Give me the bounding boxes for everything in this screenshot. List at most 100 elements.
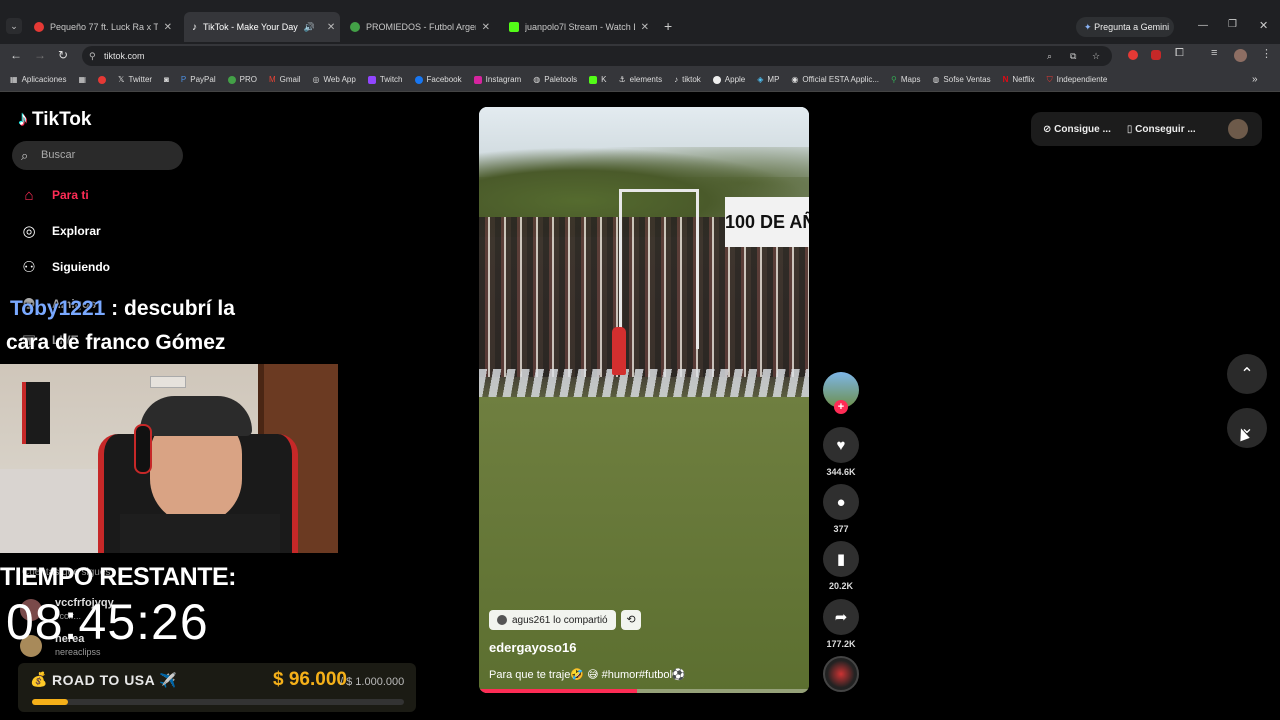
mp-icon: ◈ (757, 75, 764, 84)
get-coins-label: Consigue ... (1054, 123, 1111, 135)
comment-icon: ● (836, 493, 846, 511)
bookmark-youtube[interactable] (98, 75, 107, 84)
bookmark-netflix[interactable]: N Netflix (1003, 75, 1035, 84)
tab-label: PROMIEDOS - Futbol Argentino (366, 22, 476, 32)
bookmark-twitch[interactable]: Twitch (367, 75, 403, 84)
bookmark-apps[interactable]: ▦ Aplicaciones (10, 75, 66, 84)
bookmark-maps[interactable]: ⚲ Maps (891, 75, 920, 84)
gemini-button[interactable]: ✦ Pregunta a Gemini (1076, 17, 1174, 37)
speaker-icon[interactable]: 🔊 (304, 22, 315, 33)
minimize-button[interactable]: — (1198, 20, 1208, 31)
site-info-icon[interactable]: ⚲ (89, 46, 96, 66)
bookmark-paletools[interactable]: ◍ Paletools (533, 75, 577, 84)
comment-button[interactable]: ● (823, 484, 859, 520)
get-app-button[interactable]: ▯ Conseguir ... (1127, 124, 1196, 135)
webcam-feed (0, 364, 338, 553)
video-username[interactable]: edergayoso16 (489, 640, 576, 655)
banner: 100 DE AÑOS (725, 197, 809, 247)
video-progress-track[interactable] (479, 689, 809, 693)
promiedos-icon (350, 22, 360, 32)
back-icon[interactable]: ← (10, 48, 22, 62)
coins-icon: ⊘ (1043, 123, 1052, 135)
install-app-icon[interactable]: ⧉ (1070, 46, 1076, 66)
bookmark-sofse[interactable]: ◍ Sofse Ventas (932, 75, 990, 84)
bookmark-pro[interactable]: PRO (227, 75, 257, 84)
share-count: 177.2K (826, 639, 856, 649)
bookmark-apple[interactable]: Apple (712, 75, 745, 84)
zoom-icon[interactable]: ⌕ (1047, 46, 1052, 66)
save-button[interactable]: ▮ (823, 541, 859, 577)
phone-icon: ▯ (1126, 123, 1133, 135)
tab-youtube[interactable]: Pequeño 77 ft. Luck Ra x Tobi - T ✕ (26, 14, 180, 40)
goal-progress-fill (32, 699, 68, 705)
repost-pill[interactable]: agus261 lo compartió (489, 610, 616, 630)
video-player[interactable]: 100 DE AÑOS agus261 lo compartió ⟲ ederg… (479, 107, 809, 693)
extension-adblock-icon[interactable] (1151, 50, 1161, 60)
share-button[interactable]: ➦ (823, 599, 859, 635)
close-tab-icon[interactable]: ✕ (482, 22, 490, 33)
like-button[interactable]: ♥ (823, 427, 859, 463)
streamer-body (120, 514, 280, 553)
close-tab-icon[interactable]: ✕ (164, 22, 172, 33)
url-field[interactable]: ⚲ tiktok.com ⌕ ⧉ ☆ (82, 46, 1112, 66)
reload-icon[interactable]: ↻ (58, 48, 68, 62)
page-icon: ◙ (164, 75, 169, 84)
extension-red-icon[interactable] (1128, 50, 1138, 60)
repost-button[interactable]: ⟲ (621, 610, 641, 630)
more-bookmarks-icon[interactable]: » (1252, 74, 1258, 85)
bookmark-mp[interactable]: ◈ MP (757, 75, 779, 84)
bookmark-paypal[interactable]: P PayPal (181, 75, 216, 84)
tab-label: juanpolo7l Stream - Watch Live (525, 22, 635, 32)
bookmark-tiktok[interactable]: ♪ tiktok (674, 75, 701, 84)
browser-tab-bar: ⌄ Pequeño 77 ft. Luck Ra x Tobi - T ✕ ♪ … (0, 0, 1280, 44)
goal-post (619, 189, 699, 349)
bookmark-star-icon[interactable]: ☆ (1092, 46, 1100, 66)
profile-avatar[interactable] (1234, 49, 1247, 62)
apple-icon (712, 75, 721, 84)
close-window-button[interactable]: ✕ (1259, 19, 1268, 32)
nav-explore[interactable]: ◎ Explorar (20, 222, 100, 240)
bookmark-facebook[interactable]: Facebook (414, 75, 462, 84)
tiktok-logo[interactable]: ♪ TikTok (18, 108, 91, 131)
bookmark-elements[interactable]: ⚓ elements (618, 75, 662, 84)
tab-kick[interactable]: juanpolo7l Stream - Watch Live ✕ (501, 14, 657, 40)
follow-plus-icon[interactable]: + (834, 400, 848, 414)
player (612, 327, 626, 375)
bookmark-esta[interactable]: ◉ Official ESTA Applic... (791, 75, 879, 84)
tiktok-icon: ♪ (674, 75, 679, 84)
tab-tiktok[interactable]: ♪ TikTok - Make Your Day 🔊 ✕ (184, 12, 340, 42)
user-avatar[interactable] (1228, 119, 1248, 139)
close-tab-icon[interactable]: ✕ (641, 22, 649, 33)
browser-menu-icon[interactable]: ⋮ (1261, 47, 1272, 60)
bookmark-gmail[interactable]: M Gmail (269, 75, 301, 84)
nav-for-you[interactable]: ⌂ Para ti (20, 186, 88, 204)
globe-icon: ◍ (932, 75, 940, 84)
bookmark-instagram[interactable]: Instagram (473, 75, 521, 84)
nav-following[interactable]: ⚇ Siguiendo (20, 258, 110, 276)
search-input[interactable]: ⌕ Buscar (12, 141, 183, 170)
new-tab-button[interactable]: + (664, 18, 672, 34)
bookmark-twitter[interactable]: 𝕏 Twitter (118, 75, 152, 84)
get-coins-button[interactable]: ⊘ Consigue ... (1043, 124, 1111, 135)
bookmark-webapp[interactable]: ◎ Web App (313, 75, 356, 84)
restore-button[interactable]: ❐ (1228, 19, 1237, 30)
bookmark-blank[interactable]: ◙ (164, 75, 169, 84)
chat-line-1: Toby1221 : descubrí la (10, 297, 235, 321)
x-icon: 𝕏 (118, 75, 125, 84)
close-tab-icon[interactable]: ✕ (327, 22, 335, 33)
previous-video-button[interactable]: ⌃ (1227, 354, 1267, 394)
tab-search-button[interactable]: ⌄ (6, 18, 22, 34)
bookmark-k[interactable]: K (589, 75, 606, 84)
reading-list-icon[interactable]: ≡ (1211, 47, 1217, 59)
extensions-puzzle-icon[interactable]: ⧠ (1175, 47, 1184, 60)
tab-promiedos[interactable]: PROMIEDOS - Futbol Argentino ✕ (342, 14, 498, 40)
bookmark-independiente[interactable]: ⛉ Independiente (1047, 75, 1108, 85)
forward-icon[interactable]: → (34, 48, 46, 62)
grid-icon: ▦ (78, 75, 87, 84)
twitch-icon (367, 75, 376, 84)
sound-disc-avatar[interactable] (823, 656, 859, 692)
web-icon: ◎ (312, 75, 320, 84)
bookmark-grid[interactable]: ▦ (78, 75, 86, 84)
kick-icon (509, 22, 519, 32)
next-video-button[interactable]: ⌄ (1227, 408, 1267, 448)
